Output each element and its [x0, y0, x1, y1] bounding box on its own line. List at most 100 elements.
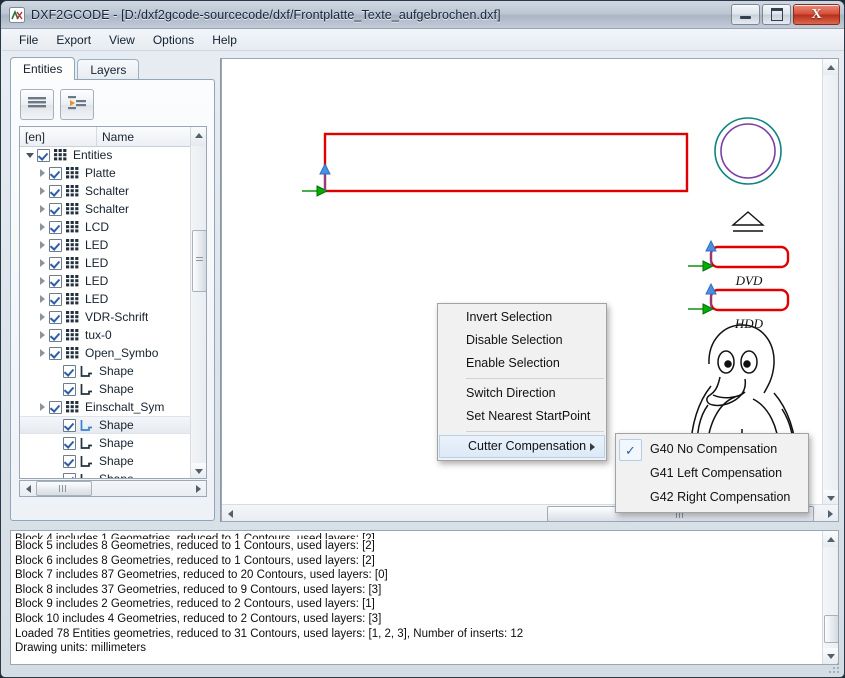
menu-file[interactable]: File	[10, 30, 47, 50]
log-vertical-scrollbar[interactable]	[822, 531, 838, 664]
tree-scroll-left-button[interactable]	[20, 481, 36, 496]
tree-row[interactable]: Shape	[20, 452, 191, 470]
submenu-item[interactable]: ✓ G40 No Compensation	[616, 437, 808, 461]
tree-expander-closed-icon[interactable]	[37, 401, 49, 413]
tree-expander-closed-icon[interactable]	[37, 311, 49, 323]
tree-expander-closed-icon[interactable]	[37, 167, 49, 179]
log-scroll-up-button[interactable]	[823, 531, 838, 547]
context-menu-item[interactable]: Invert Selection	[438, 306, 606, 329]
log-panel[interactable]: Block 4 includes 1 Geometries, reduced t…	[10, 530, 839, 665]
tree-row[interactable]: Open_Symbo	[20, 344, 191, 362]
tree-row[interactable]: tux-0	[20, 326, 191, 344]
tree-row-checkbox[interactable]	[63, 418, 76, 432]
tab-entities[interactable]: Entities	[10, 57, 76, 80]
canvas-vertical-scrollbar[interactable]	[822, 59, 838, 506]
tree-row[interactable]: LED	[20, 290, 191, 308]
menu-view[interactable]: View	[100, 30, 144, 50]
tree-row[interactable]: LED	[20, 254, 191, 272]
tree-row-checkbox[interactable]	[63, 364, 76, 378]
tree-row-checkbox[interactable]	[63, 454, 76, 468]
tree-row-checkbox[interactable]	[49, 202, 62, 216]
menu-export[interactable]: Export	[47, 30, 100, 50]
log-scroll-down-button[interactable]	[823, 648, 838, 664]
tree-row-checkbox[interactable]	[49, 328, 62, 342]
tree-row[interactable]: LED	[20, 236, 191, 254]
tree-row-checkbox[interactable]	[49, 310, 62, 324]
canvas-scroll-left-button[interactable]	[222, 506, 238, 521]
tree-row[interactable]: Shape	[20, 380, 191, 398]
tree-row[interactable]: LED	[20, 272, 191, 290]
contour-dvd-slot	[688, 239, 790, 272]
tree-vertical-scroll-thumb[interactable]	[192, 230, 206, 292]
minimize-button[interactable]	[731, 4, 760, 25]
tree-row-label: Shape	[99, 418, 134, 432]
tree-expander-closed-icon[interactable]	[37, 221, 49, 233]
tree-row[interactable]: Entities	[20, 146, 191, 164]
context-menu-item[interactable]: Switch Direction	[438, 382, 606, 405]
submenu-item[interactable]: G41 Left Compensation	[616, 461, 808, 485]
tree-row[interactable]: Shape	[20, 416, 191, 434]
tree-row-checkbox[interactable]	[63, 436, 76, 450]
tree-row[interactable]: Einschalt_Sym	[20, 398, 191, 416]
tree-row[interactable]: Platte	[20, 164, 191, 182]
close-button[interactable]: X	[793, 4, 840, 25]
tree-row-checkbox[interactable]	[49, 292, 62, 306]
tree-row-checkbox[interactable]	[49, 346, 62, 360]
submenu-arrow-icon	[590, 443, 595, 451]
tree-expander-closed-icon[interactable]	[37, 329, 49, 341]
tree-row[interactable]: LCD	[20, 218, 191, 236]
tree-row-checkbox[interactable]	[49, 256, 62, 270]
tree-row-checkbox[interactable]	[49, 274, 62, 288]
entities-tree[interactable]: [en] Name Entities Platte Schalter Schalter…	[19, 126, 207, 479]
tree-expander-open-icon[interactable]	[25, 149, 37, 161]
tree-column-name[interactable]: Name	[97, 127, 191, 146]
tab-layers[interactable]: Layers	[77, 59, 140, 80]
tree-row[interactable]: Shape	[20, 362, 191, 380]
context-menu-item[interactable]: Enable Selection	[438, 352, 606, 375]
tree-row-checkbox[interactable]	[63, 472, 76, 478]
tree-expander-closed-icon[interactable]	[37, 203, 49, 215]
tree-row[interactable]: Schalter	[20, 182, 191, 200]
tree-rows: Entities Platte Schalter Schalter LCD LED LED L…	[20, 146, 191, 478]
menu-options[interactable]: Options	[144, 30, 203, 50]
tree-horizontal-scroll-thumb[interactable]	[36, 481, 92, 496]
tree-row[interactable]: VDR-Schrift	[20, 308, 191, 326]
tree-column-enabled[interactable]: [en]	[20, 127, 97, 146]
tree-row[interactable]: Schalter	[20, 200, 191, 218]
maximize-button[interactable]	[762, 4, 791, 25]
tree-row-checkbox[interactable]	[49, 400, 62, 414]
menu-help[interactable]: Help	[203, 30, 246, 50]
tree-expander-closed-icon[interactable]	[37, 257, 49, 269]
tree-row-checkbox[interactable]	[49, 220, 62, 234]
tree-view-button[interactable]	[60, 89, 94, 120]
resize-grip-icon[interactable]	[829, 663, 841, 675]
tree-row-checkbox[interactable]	[37, 148, 50, 162]
submenu-item[interactable]: G42 Right Compensation	[616, 485, 808, 509]
tree-row[interactable]: Shape	[20, 434, 191, 452]
tree-vertical-scrollbar[interactable]	[190, 127, 206, 478]
tree-scroll-up-button[interactable]	[191, 127, 206, 143]
tree-horizontal-scrollbar[interactable]	[19, 480, 207, 497]
tree-row-checkbox[interactable]	[49, 238, 62, 252]
canvas-scroll-right-button[interactable]	[822, 506, 838, 521]
tree-expander-closed-icon[interactable]	[37, 239, 49, 251]
tree-row-checkbox[interactable]	[49, 184, 62, 198]
cutter-compensation-submenu: ✓ G40 No Compensation G41 Left Compensatio…	[615, 433, 809, 513]
tree-scroll-down-button[interactable]	[191, 463, 206, 478]
tree-row-checkbox[interactable]	[49, 166, 62, 180]
tree-scroll-right-button[interactable]	[190, 481, 206, 496]
tree-row[interactable]: Shape	[20, 470, 191, 478]
context-menu-item[interactable]: Set Nearest StartPoint	[438, 405, 606, 428]
log-vertical-scroll-thumb[interactable]	[824, 615, 838, 643]
tree-expander-closed-icon[interactable]	[37, 275, 49, 287]
tree-expander-closed-icon[interactable]	[37, 185, 49, 197]
flat-list-view-button[interactable]	[20, 89, 54, 120]
canvas-scroll-up-button[interactable]	[823, 59, 838, 75]
block-icon	[54, 149, 67, 161]
context-menu-item[interactable]: Cutter Compensation	[439, 435, 605, 458]
tree-expander-closed-icon[interactable]	[37, 293, 49, 305]
tree-row-checkbox[interactable]	[63, 382, 76, 396]
tree-expander-closed-icon[interactable]	[37, 347, 49, 359]
log-line: Block 9 includes 2 Geometries, reduced t…	[15, 598, 375, 611]
context-menu-item[interactable]: Disable Selection	[438, 329, 606, 352]
